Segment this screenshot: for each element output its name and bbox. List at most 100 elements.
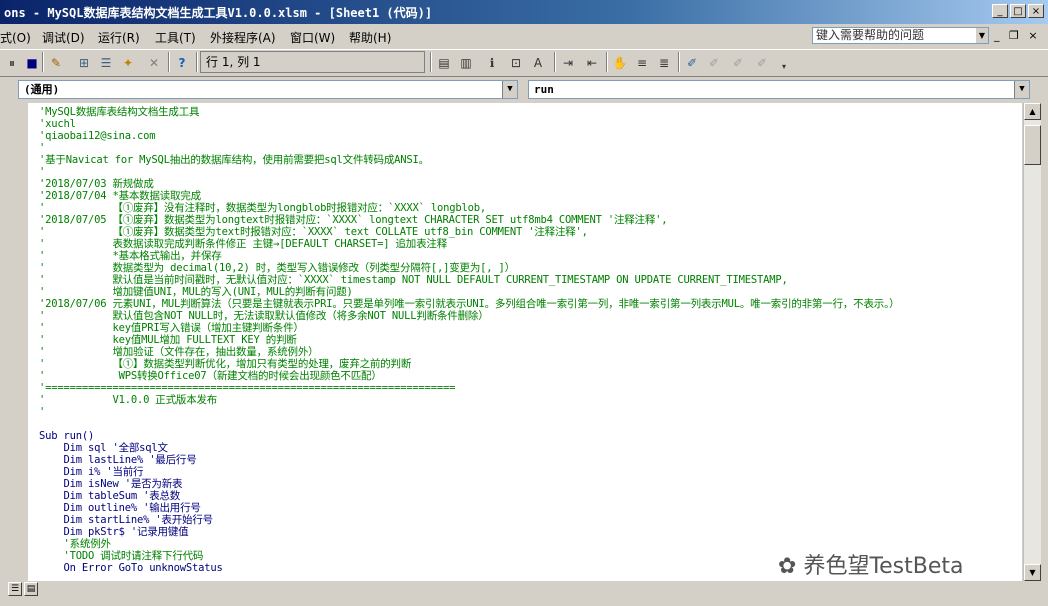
watermark: ✿ 养色望TestBeta	[778, 548, 964, 580]
code-line: ' 【①废弃】数据类型为text时报错对应：`XXXX` text COLLAT…	[39, 226, 588, 238]
code-line: Dim isNew '是否为新表	[39, 478, 183, 490]
chevron-down-icon[interactable]: ▼	[502, 81, 517, 98]
toolbar-separator	[430, 52, 432, 72]
help-icon[interactable]: ?	[174, 56, 190, 70]
quick-info-icon[interactable]: ℹ	[484, 56, 500, 70]
code-line: 'MySQL数据库表结构文档生成工具	[39, 106, 200, 118]
code-line: Dim pkStr$ '记录用键值	[39, 526, 189, 538]
toolbox-icon[interactable]: ✕	[146, 56, 162, 70]
object-browser-icon[interactable]: ✦	[120, 56, 136, 70]
code-line: ' *基本格式输出，并保存	[39, 250, 222, 262]
scroll-up-icon[interactable]: ▲	[1024, 103, 1041, 120]
code-line: 'TODO 调试时请注释下行代码	[39, 550, 204, 562]
breakpoint-margin[interactable]	[4, 103, 29, 581]
code-line: 'xuchl	[39, 118, 76, 130]
uncomment-block-icon[interactable]: ≣	[656, 56, 672, 70]
scroll-thumb[interactable]	[1024, 125, 1041, 165]
code-line: On Error GoTo unknowStatus	[39, 562, 223, 574]
code-window-bottom-bar: ☰ ▤	[4, 581, 1040, 598]
list-properties-icon[interactable]: ▤	[436, 56, 452, 70]
code-line: '2018/07/04 *基本数据读取完成	[39, 190, 201, 202]
design-mode-icon[interactable]: ✎	[48, 56, 64, 70]
scroll-down-icon[interactable]: ▼	[1024, 564, 1041, 581]
code-line: ' 默认值是当前时间戳时，无默认值对应：`XXXX` timestamp NOT…	[39, 274, 788, 286]
help-search-box[interactable]: 键入需要帮助的问题 ▼	[812, 27, 989, 44]
code-line: '	[39, 406, 46, 418]
complete-word-icon[interactable]: A	[530, 56, 546, 70]
code-line: '系统例外	[39, 538, 111, 550]
outdent-icon[interactable]: ⇤	[584, 56, 600, 70]
toolbar-separator	[554, 52, 556, 72]
pause-icon[interactable]: ⏸	[4, 56, 20, 70]
project-explorer-icon[interactable]: ⊞	[76, 56, 92, 70]
menu-format[interactable]: 式(O)	[0, 29, 31, 46]
code-line: '	[39, 142, 46, 154]
minimize-button[interactable]: _	[992, 4, 1008, 18]
code-line: '	[39, 166, 46, 178]
wechat-icon: ✿	[778, 554, 797, 579]
indent-icon[interactable]: ⇥	[560, 56, 576, 70]
mdi-controls: _ ❐ ×	[994, 29, 1038, 42]
code-line: ' WPS转换Office07（新建文档的时候会出现颜色不匹配）	[39, 370, 382, 382]
mdi-close-button[interactable]: ×	[1028, 29, 1037, 42]
code-line: ' key值PRI写入错误（增加主键判断条件）	[39, 322, 304, 334]
list-constants-icon[interactable]: ▥	[458, 56, 474, 70]
code-line: ' key值MUL增加 FULLTEXT KEY 的判断	[39, 334, 297, 346]
code-line: ' 增加键值UNI，MUL的写入(UNI，MUL的判断有问题)	[39, 286, 353, 298]
code-line: '=======================================…	[39, 382, 456, 394]
vertical-scrollbar[interactable]: ▲ ▼	[1023, 103, 1041, 581]
maximize-button[interactable]: □	[1010, 4, 1026, 18]
code-line: '2018/07/06 元素UNI，MUL判断算法（只要是主键就表示PRI。只要…	[39, 298, 900, 310]
toolbar-separator	[606, 52, 608, 72]
chevron-down-icon[interactable]: ▼	[1014, 81, 1029, 98]
code-line: ' 【①废弃】没有注释时，数据类型为longblob时报错对应：`XXXX` l…	[39, 202, 486, 214]
code-line: ' 默认值包含NOT NULL时，无法读取默认值修改（将多余NOT NULL判断…	[39, 310, 489, 322]
code-line: '2018/07/03 新规做成	[39, 178, 154, 190]
clear-bookmarks-icon[interactable]: ✐	[754, 56, 770, 70]
code-editor[interactable]: 'MySQL数据库表结构文档生成工具'xuchl'qiaobai12@sina.…	[29, 103, 1022, 581]
code-line: '2018/07/05 【①废弃】数据类型为longtext时报错对应：`XXX…	[39, 214, 668, 226]
properties-icon[interactable]: ☰	[98, 56, 114, 70]
mdi-restore-button[interactable]: ❐	[1009, 29, 1019, 42]
code-line: ' 增加验证（文件存在，抽出数量，系统例外）	[39, 346, 319, 358]
chevron-down-icon[interactable]: ▼	[976, 28, 988, 43]
code-line: ' 【①】数据类型判断优化，增加只有类型的处理，废弃之前的判断	[39, 358, 412, 370]
full-module-view-icon[interactable]: ▤	[24, 582, 38, 596]
title-bar: ons - MySQL数据库表结构文档生成工具V1.0.0.xlsm - [Sh…	[0, 0, 1048, 24]
toolbar-options-icon[interactable]: ▾	[776, 60, 792, 74]
stop-icon[interactable]: ■	[24, 56, 40, 70]
toolbar: ⏸ ■ ✎ ⊞ ☰ ✦ ✕ ? ▾ ▤ ▥ ℹ ⊡ A ⇥ ⇤ ✋ ≡ ≣ ✐ …	[0, 49, 1048, 77]
toggle-bookmark-icon[interactable]: ✐	[684, 56, 700, 70]
comment-block-icon[interactable]: ≡	[634, 56, 650, 70]
code-line: Dim tableSum '表总数	[39, 490, 181, 502]
previous-bookmark-icon[interactable]: ✐	[730, 56, 746, 70]
menu-addins[interactable]: 外接程序(A)	[210, 29, 276, 46]
code-line: 'qiaobai12@sina.com	[39, 130, 156, 142]
menu-run[interactable]: 运行(R)	[98, 29, 140, 46]
next-bookmark-icon[interactable]: ✐	[706, 56, 722, 70]
menu-window[interactable]: 窗口(W)	[290, 29, 335, 46]
object-combo[interactable]: (通用) ▼	[18, 80, 518, 99]
menu-tools[interactable]: 工具(T)	[155, 29, 196, 46]
help-search-placeholder: 键入需要帮助的问题	[816, 28, 925, 42]
toolbar-separator	[168, 52, 170, 72]
window-controls: _ □ ×	[992, 4, 1044, 18]
toolbar-separator	[196, 52, 198, 72]
code-line: Dim lastLine% '最后行号	[39, 454, 197, 466]
menu-debug[interactable]: 调试(D)	[42, 29, 85, 46]
cursor-position: 行 1, 列 1	[200, 51, 425, 73]
toolbar-separator	[678, 52, 680, 72]
code-line: ' 表数据读取完成判断条件修正 主键→[DEFAULT CHARSET=] 追加…	[39, 238, 448, 250]
procedure-combo-value: run	[534, 83, 554, 96]
procedure-combo[interactable]: run ▼	[528, 80, 1030, 99]
mdi-minimize-button[interactable]: _	[994, 29, 1000, 42]
code-line: Dim i% '当前行	[39, 466, 144, 478]
code-line: '基于Navicat for MySQL抽出的数据库结构，使用前需要把sql文件…	[39, 154, 429, 166]
code-line: Dim outline% '输出用行号	[39, 502, 201, 514]
parameter-info-icon[interactable]: ⊡	[508, 56, 524, 70]
menu-help[interactable]: 帮助(H)	[349, 29, 391, 46]
toggle-breakpoint-icon[interactable]: ✋	[612, 56, 628, 70]
close-button[interactable]: ×	[1028, 4, 1044, 18]
window-title: ons - MySQL数据库表结构文档生成工具V1.0.0.xlsm - [Sh…	[4, 6, 433, 20]
procedure-view-icon[interactable]: ☰	[8, 582, 22, 596]
